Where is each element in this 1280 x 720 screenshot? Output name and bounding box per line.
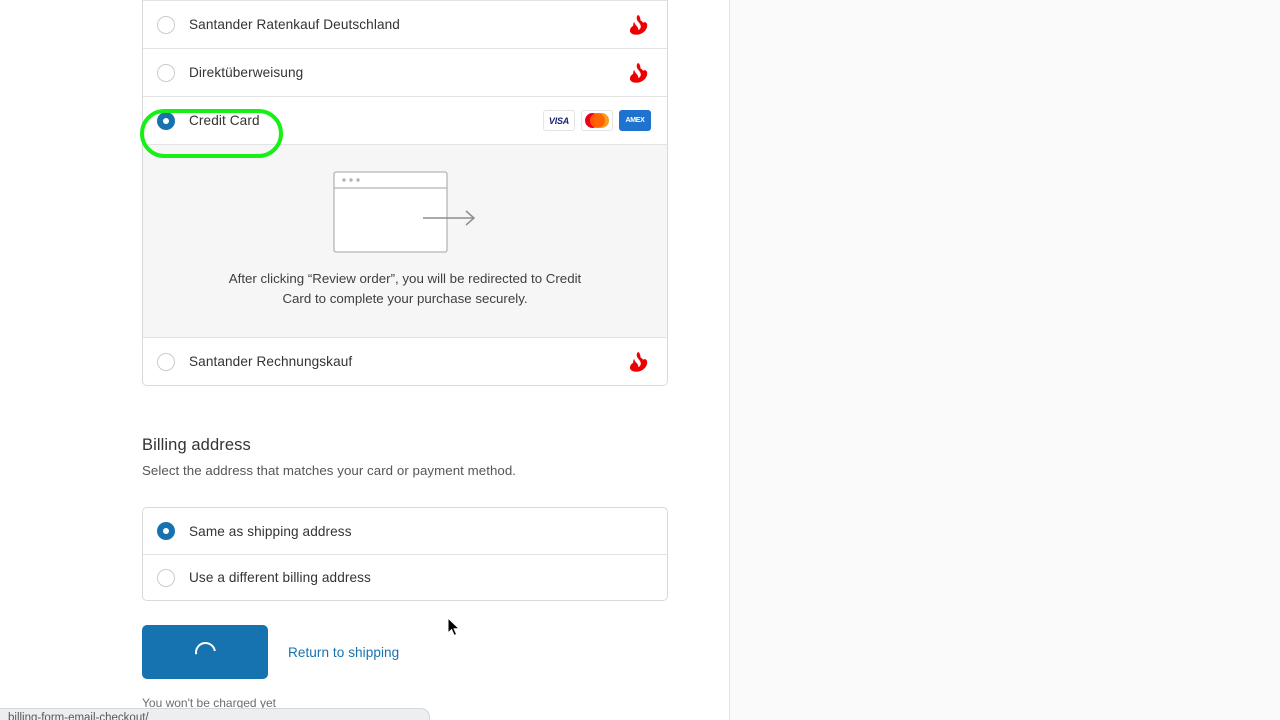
radio-different-billing-address[interactable]: [157, 568, 175, 587]
billing-address-subheading: Select the address that matches your car…: [142, 463, 517, 478]
payment-method-row-direktuberweisung[interactable]: Direktüberweisung: [143, 48, 667, 96]
payment-method-label: Santander Rechnungskauf: [189, 354, 353, 369]
billing-option-label: Use a different billing address: [189, 570, 371, 585]
payment-method-row-santander-ratenkauf[interactable]: Santander Ratenkauf Deutschland: [143, 0, 667, 48]
santander-logo-icon: [629, 351, 648, 372]
radio-same-as-shipping[interactable]: [157, 522, 175, 540]
pane-divider: [729, 0, 730, 720]
billing-address-heading: Billing address: [142, 436, 251, 454]
order-summary-pane: [730, 0, 1280, 720]
checkout-page: Santander Ratenkauf Deutschland Direktüb…: [0, 0, 1280, 720]
billing-option-different-address[interactable]: Use a different billing address: [143, 554, 667, 600]
redirect-notice-text: After clicking “Review order”, you will …: [228, 271, 582, 306]
santander-logo-icon: [629, 14, 648, 35]
billing-option-same-as-shipping[interactable]: Same as shipping address: [143, 508, 667, 554]
payment-method-list: Santander Ratenkauf Deutschland Direktüb…: [142, 0, 668, 386]
redirect-notice-panel: After clicking “Review order”, you will …: [143, 144, 667, 337]
radio-direktuberweisung[interactable]: [157, 63, 175, 82]
radio-credit-card[interactable]: [157, 111, 175, 130]
review-order-button[interactable]: [142, 625, 268, 679]
checkout-column: Santander Ratenkauf Deutschland Direktüb…: [142, 0, 668, 710]
mastercard-icon: [581, 110, 613, 131]
mouse-cursor: [447, 617, 461, 637]
payment-method-label: Direktüberweisung: [189, 65, 304, 80]
loading-spinner-icon: [190, 637, 220, 667]
browser-status-bar: billing-form-email-checkout/: [0, 708, 430, 720]
status-bar-text: billing-form-email-checkout/: [8, 712, 149, 720]
payment-method-label: Credit Card: [189, 113, 260, 128]
payment-method-row-credit-card[interactable]: Credit Card VISA AMEX: [143, 96, 667, 144]
billing-address-options: Same as shipping address Use a different…: [142, 507, 668, 601]
payment-method-label: Santander Ratenkauf Deutschland: [189, 17, 400, 32]
visa-icon: VISA: [543, 110, 575, 131]
payment-method-row-santander-rechnungskauf[interactable]: Santander Rechnungskauf: [143, 337, 667, 385]
amex-icon: AMEX: [619, 110, 651, 131]
radio-santander-ratenkauf[interactable]: [157, 15, 175, 34]
return-to-shipping-link[interactable]: Return to shipping: [288, 645, 399, 660]
santander-logo-icon: [629, 62, 648, 83]
checkout-actions: Return to shipping: [142, 625, 668, 679]
billing-option-label: Same as shipping address: [189, 523, 352, 539]
radio-santander-rechnungskauf[interactable]: [157, 352, 175, 371]
card-brand-list: VISA AMEX: [543, 110, 651, 131]
browser-redirect-illustration-icon: [332, 171, 475, 253]
